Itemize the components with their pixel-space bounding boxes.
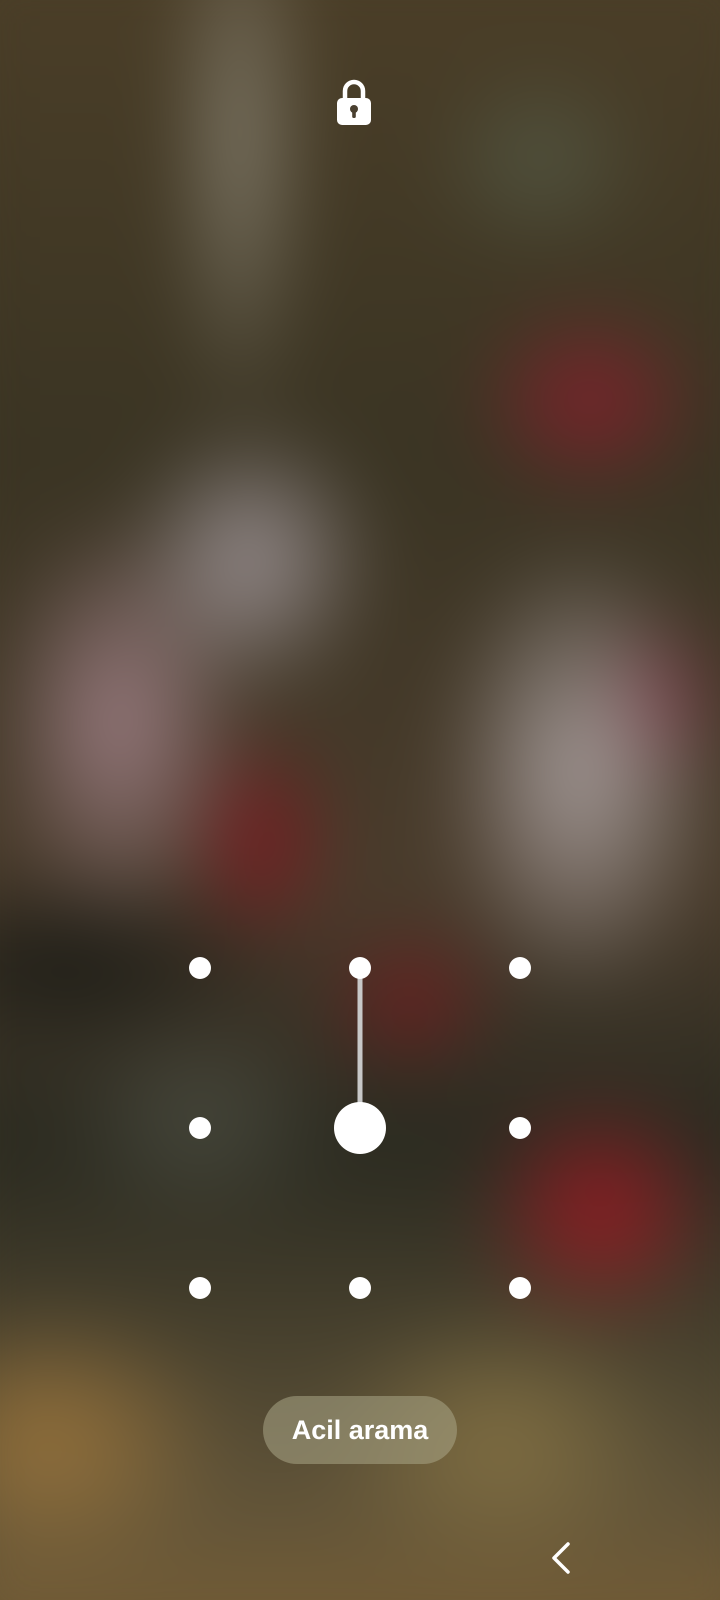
pattern-dot-6[interactable]	[509, 1117, 531, 1139]
pattern-dot-8[interactable]	[349, 1277, 371, 1299]
lock-screen: Acil arama	[0, 0, 720, 1600]
lock-icon	[336, 78, 372, 126]
pattern-dot-3[interactable]	[509, 957, 531, 979]
pattern-dot-7[interactable]	[189, 1277, 211, 1299]
pattern-dot-5[interactable]	[334, 1102, 386, 1154]
pattern-lock-grid[interactable]	[150, 900, 570, 1320]
pattern-dot-4[interactable]	[189, 1117, 211, 1139]
emergency-call-button[interactable]: Acil arama	[263, 1396, 457, 1464]
wallpaper	[0, 0, 720, 1600]
pattern-dot-9[interactable]	[509, 1277, 531, 1299]
back-button[interactable]	[542, 1538, 582, 1578]
chevron-left-icon	[552, 1542, 570, 1574]
pattern-dot-1[interactable]	[189, 957, 211, 979]
pattern-dot-2[interactable]	[349, 957, 371, 979]
